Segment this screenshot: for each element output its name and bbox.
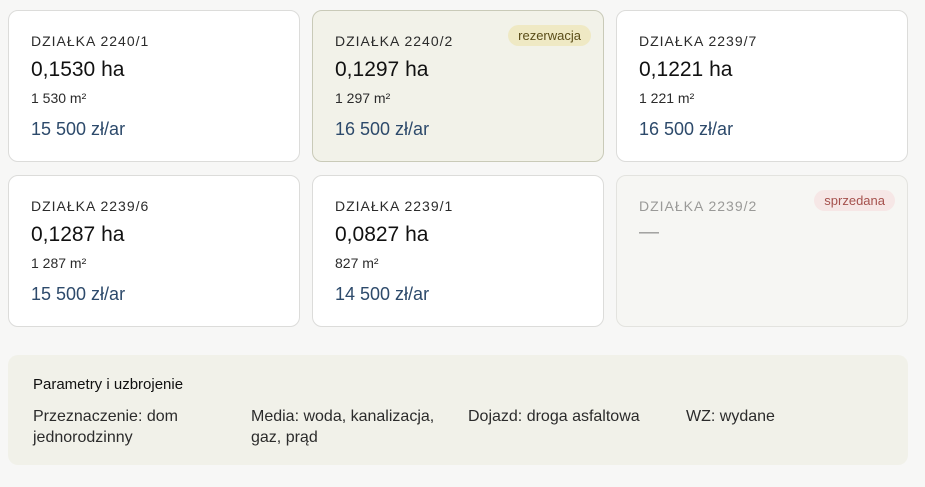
plot-area-ha: — [639, 221, 659, 243]
plot-card-2239-1[interactable]: DZIAŁKA 2239/1 0,0827 ha 827 m² 14 500 z… [312, 175, 604, 327]
status-badge-reserved: rezerwacja [508, 25, 591, 46]
parameters-panel: Parametry i uzbrojenie Przeznaczenie: do… [8, 355, 908, 465]
param-utilities: Media: woda, kanalizacja, gaz, prąd [251, 408, 435, 446]
plot-title: DZIAŁKA 2239/2 [639, 198, 758, 214]
plot-area-m2: 1 287 m² [31, 255, 87, 271]
param-purpose: Przeznaczenie: dom jednorodzinny [33, 408, 178, 446]
plot-title: DZIAŁKA 2240/1 [31, 33, 150, 49]
plot-area-ha: 0,1297 ha [335, 58, 429, 81]
plot-area-ha: 0,1287 ha [31, 223, 125, 246]
plot-area-m2: 827 m² [335, 255, 379, 271]
plot-title: DZIAŁKA 2240/2 [335, 33, 454, 49]
param-access-road: Dojazd: droga asfaltowa [468, 408, 640, 425]
plot-card-2239-2: DZIAŁKA 2239/2 sprzedana — [616, 175, 908, 327]
plot-card-2239-6[interactable]: DZIAŁKA 2239/6 0,1287 ha 1 287 m² 15 500… [8, 175, 300, 327]
plot-price: 14 500 zł/ar [335, 284, 430, 304]
plot-title: DZIAŁKA 2239/1 [335, 198, 454, 214]
plot-card-2240-1[interactable]: DZIAŁKA 2240/1 0,1530 ha 1 530 m² 15 500… [8, 10, 300, 162]
plot-price: 16 500 zł/ar [639, 119, 734, 139]
plot-price: 15 500 zł/ar [31, 284, 126, 304]
plot-area-m2: 1 530 m² [31, 90, 87, 106]
parameters-title: Parametry i uzbrojenie [33, 376, 184, 393]
plot-title: DZIAŁKA 2239/7 [639, 33, 758, 49]
plot-area-ha: 0,1221 ha [639, 58, 733, 81]
plot-grid: DZIAŁKA 2240/1 0,1530 ha 1 530 m² 15 500… [8, 10, 908, 327]
plot-price: 15 500 zł/ar [31, 119, 126, 139]
plot-title: DZIAŁKA 2239/6 [31, 198, 150, 214]
status-badge-sold: sprzedana [814, 190, 895, 211]
plot-area-m2: 1 297 m² [335, 90, 391, 106]
plot-area-ha: 0,1530 ha [31, 58, 125, 81]
plot-area-ha: 0,0827 ha [335, 223, 429, 246]
param-zoning-decision: WZ: wydane [686, 408, 775, 425]
plot-card-2239-7[interactable]: DZIAŁKA 2239/7 0,1221 ha 1 221 m² 16 500… [616, 10, 908, 162]
plot-card-2240-2[interactable]: DZIAŁKA 2240/2 rezerwacja 0,1297 ha 1 29… [312, 10, 604, 162]
plot-price: 16 500 zł/ar [335, 119, 430, 139]
plot-area-m2: 1 221 m² [639, 90, 695, 106]
